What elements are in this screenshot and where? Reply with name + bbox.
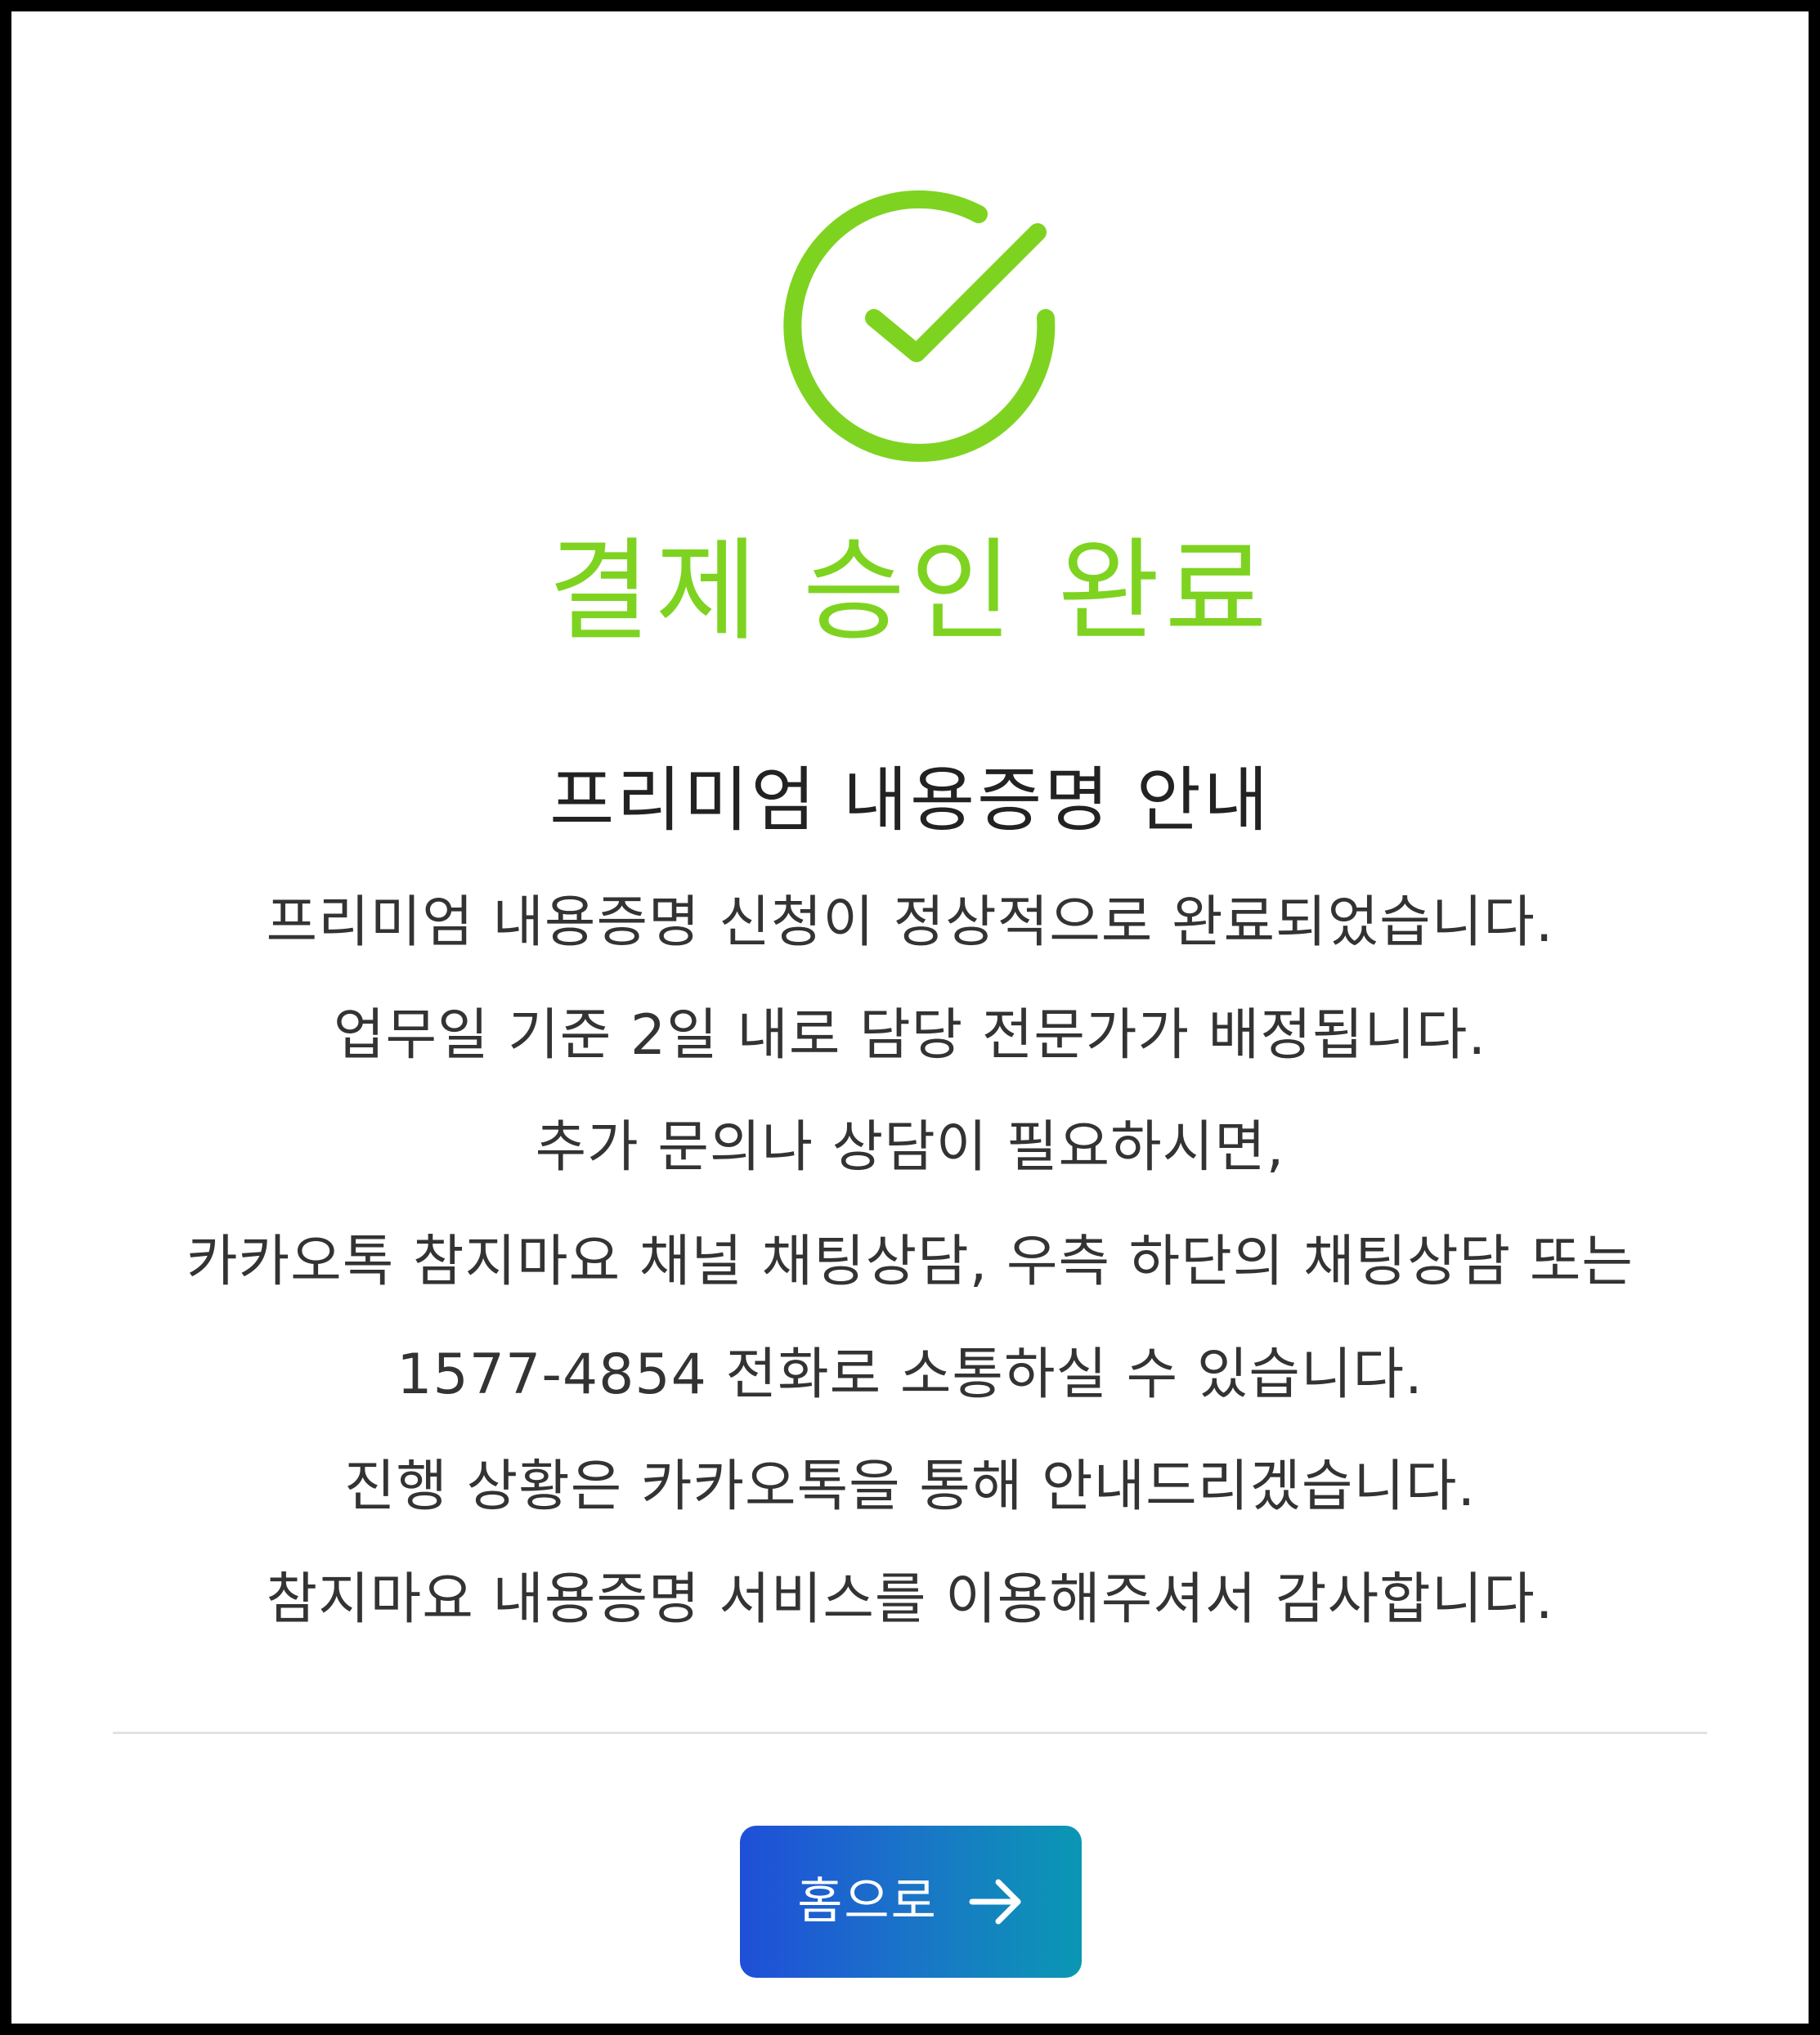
home-button-label: 홈으로 bbox=[797, 1873, 938, 1930]
message-line: 업무일 기준 2일 내로 담당 전문가가 배정됩니다. bbox=[333, 1003, 1487, 1068]
message-line: 1577-4854 전화로 소통하실 수 있습니다. bbox=[397, 1342, 1423, 1407]
page-title: 결제 승인 완료 bbox=[548, 527, 1272, 657]
message-line: 프리미엄 내용증명 신청이 정상적으로 완료되었습니다. bbox=[266, 890, 1554, 955]
check-circle-icon bbox=[783, 190, 1056, 462]
success-card: 결제 승인 완료 프리미엄 내용증명 안내 프리미엄 내용증명 신청이 정상적으… bbox=[11, 11, 1809, 2024]
home-button[interactable]: 홈으로 bbox=[740, 1826, 1082, 1978]
section-subtitle: 프리미엄 내용증명 안내 bbox=[549, 760, 1271, 841]
message-line: 진행 상황은 카카오톡을 통해 안내드리겠습니다. bbox=[343, 1455, 1477, 1519]
divider bbox=[113, 1732, 1707, 1734]
message-line: 참지마요 내용증명 서비스를 이용해주셔서 감사합니다. bbox=[266, 1567, 1554, 1632]
message-line: 카카오톡 참지마요 채널 채팅상담, 우측 하단의 채팅상담 또는 bbox=[186, 1230, 1634, 1294]
message-line: 추가 문의나 상담이 필요하시면, bbox=[535, 1115, 1285, 1180]
arrow-right-icon bbox=[969, 1879, 1021, 1925]
